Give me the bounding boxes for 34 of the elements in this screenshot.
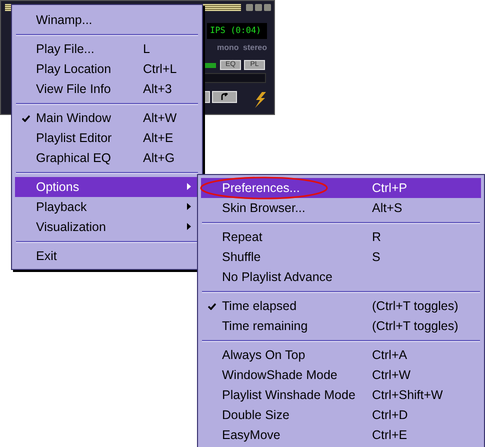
lightning-icon — [253, 92, 267, 108]
menu-item[interactable]: Play Location Ctrl+L — [15, 59, 199, 79]
menu-item[interactable]: View File Info Alt+3 — [15, 79, 199, 99]
repeat-button[interactable] — [212, 91, 237, 103]
menu-item[interactable]: Repeat R — [201, 227, 481, 247]
mono-indicator: mono — [217, 43, 239, 52]
menu-item[interactable]: Shuffle S — [201, 247, 481, 267]
menu-item[interactable]: Double Size Ctrl+D — [201, 405, 481, 425]
menu-item[interactable]: Preferences... Ctrl+P — [201, 178, 481, 198]
menu-item[interactable]: Time remaining (Ctrl+T toggles) — [201, 316, 481, 336]
menu-item[interactable]: Play File... L — [15, 39, 199, 59]
repeat-icon — [220, 93, 230, 101]
submenu-arrow-icon — [187, 203, 191, 210]
check-icon — [208, 302, 216, 310]
check-icon — [22, 114, 30, 122]
menu-item[interactable]: Winamp... — [15, 10, 199, 30]
menu-item[interactable]: Options — [15, 177, 199, 197]
menu-item[interactable]: Playback — [15, 197, 199, 217]
menu-item[interactable]: Exit — [15, 246, 199, 266]
menu-item[interactable]: Always On Top Ctrl+A — [201, 345, 481, 365]
menu-item[interactable]: Graphical EQ Alt+G — [15, 148, 199, 168]
menu-item[interactable]: WindowShade Mode Ctrl+W — [201, 365, 481, 385]
menu-item[interactable]: Main Window Alt+W — [15, 108, 199, 128]
menu-item[interactable]: No Playlist Advance — [201, 267, 481, 287]
menu-item[interactable]: Playlist Winshade Mode Ctrl+Shift+W — [201, 385, 481, 405]
submenu-arrow-icon — [187, 223, 191, 230]
stereo-indicator: stereo — [243, 43, 268, 52]
menu-item[interactable]: Playlist Editor Alt+E — [15, 128, 199, 148]
menu-item[interactable]: Time elapsed (Ctrl+T toggles) — [201, 296, 481, 316]
menu-item[interactable]: Skin Browser... Alt+S — [201, 198, 481, 218]
track-display: IPS (0:04) — [207, 23, 267, 39]
menu-item[interactable]: Visualization — [15, 217, 199, 237]
menu-item[interactable]: EasyMove Ctrl+E — [201, 425, 481, 445]
submenu-arrow-icon — [187, 183, 191, 190]
